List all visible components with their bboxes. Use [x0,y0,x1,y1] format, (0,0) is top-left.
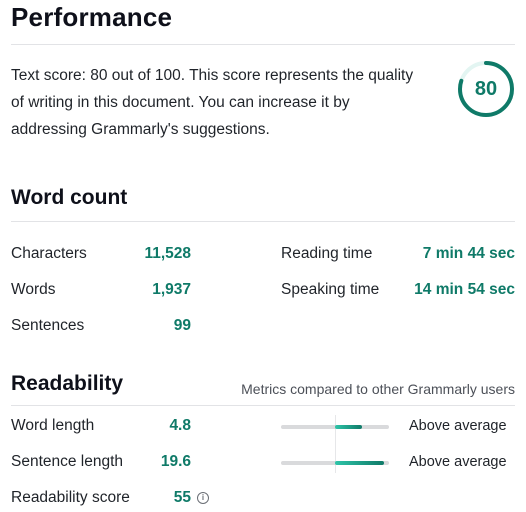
reading-time-label: Reading time [281,245,373,262]
words-label: Words [11,281,56,298]
word-length-comparison: Above average [409,418,507,434]
word-length-bar-fill [335,425,362,429]
readability-score-label: Readability score [11,489,130,506]
characters-label: Characters [11,245,87,262]
word-length-label: Word length [11,417,95,434]
reading-time-value: 7 min 44 sec [422,245,515,262]
readability-score-value: 55 [173,489,191,506]
performance-divider [11,44,515,45]
sentence-length-comparison: Above average [409,454,507,470]
info-icon[interactable]: i [197,492,209,504]
sentences-label: Sentences [11,317,85,334]
speaking-time-value: 14 min 54 sec [414,281,515,298]
performance-title: Performance [11,2,173,32]
sentence-length-label: Sentence length [11,453,124,470]
performance-description: Text score: 80 out of 100. This score re… [11,67,414,138]
words-value: 1,937 [152,281,191,298]
word-count-divider [11,221,515,222]
readability-title: Readability [11,372,124,395]
score-value: 80 [474,78,498,100]
sentence-length-bar-fill [335,461,384,465]
sentences-value: 99 [173,317,191,334]
word-count-title: Word count [11,186,128,209]
readability-subtitle: Metrics compared to other Grammarly user… [241,381,515,397]
characters-value: 11,528 [144,245,191,262]
word-length-value: 4.8 [169,417,191,434]
readability-divider [11,405,515,406]
speaking-time-label: Speaking time [281,281,380,298]
sentence-length-value: 19.6 [160,453,191,470]
